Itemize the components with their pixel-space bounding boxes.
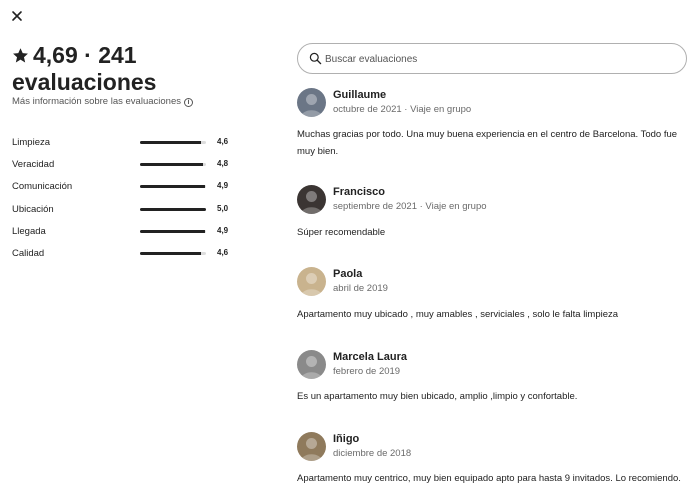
rating-bar [140, 229, 206, 233]
avatar[interactable] [297, 88, 326, 117]
avatar[interactable] [297, 267, 326, 296]
search-icon [309, 52, 322, 65]
rating-value: 4,9 [217, 225, 229, 235]
search-box[interactable] [297, 43, 687, 74]
rating-label: Ubicación [12, 203, 54, 215]
rating-row: Calidad 4,6 [12, 243, 237, 265]
reviewer-name: Guillaume [333, 89, 387, 101]
rating-bar-fill [140, 251, 201, 255]
rating-row: Veracidad 4,8 [12, 154, 237, 176]
rating-bar [140, 141, 206, 144]
rating-row: Llegada 4,9 [12, 221, 237, 243]
review-text: Es un apartamento muy bien ubicado, ampl… [297, 391, 578, 402]
reviewer-name: Paola [333, 268, 363, 280]
rating-label: Calidad [12, 247, 45, 259]
rating-summary-text: 4,69 · 241 evaluaciones [12, 42, 157, 95]
more-info-label: Más información sobre las evaluaciones [12, 96, 181, 107]
rating-bar [140, 185, 206, 189]
rating-label: Limpieza [12, 137, 51, 148]
rating-label: Llegada [12, 225, 46, 237]
review-date: diciembre de 2018 [333, 448, 412, 459]
star-icon [12, 43, 29, 69]
rating-value: 4,8 [217, 159, 229, 169]
rating-summary-title: 4,69 · 241 evaluaciones [12, 42, 282, 95]
rating-label: Comunicación [12, 181, 73, 193]
rating-label: Veracidad [12, 159, 55, 171]
close-button[interactable] [8, 7, 26, 25]
rating-bar [140, 207, 206, 211]
rating-bar [140, 251, 206, 255]
reviewer-name: Marcela Laura [333, 351, 407, 363]
review-date: octubre de 2021 · Viaje en grupo [333, 104, 472, 115]
category-ratings: Limpieza 4,6 Veracidad 4,8 Comunicación 4,9 Ub… [12, 132, 237, 265]
avatar[interactable] [297, 185, 326, 214]
rating-value: 4,6 [217, 137, 229, 146]
rating-bar-fill [140, 141, 201, 144]
rating-row: Ubicación 5,0 [12, 199, 237, 221]
review-text: Súper recomendable [297, 227, 386, 238]
rating-row: Limpieza 4,6 [12, 132, 237, 154]
reviewer-name: Francisco [333, 186, 385, 198]
rating-bar-fill [140, 185, 205, 189]
reviewer-name: Iñigo [333, 433, 360, 445]
rating-bar-fill [140, 163, 204, 167]
search-input[interactable] [325, 50, 675, 68]
rating-bar [140, 163, 206, 167]
avatar[interactable] [297, 350, 326, 379]
review-date: abril de 2019 [333, 283, 388, 294]
review-date: febrero de 2019 [333, 366, 401, 377]
review-text: Muchas gracias por todo. Una muy buena e… [297, 129, 678, 157]
info-icon: i [183, 98, 193, 107]
rating-bar-fill [140, 229, 205, 233]
rating-value: 4,6 [217, 247, 229, 257]
rating-value: 4,9 [217, 181, 229, 191]
rating-value: 5,0 [217, 203, 229, 213]
review-text: Apartamento muy ubicado , muy amables , … [297, 309, 619, 320]
review-date: septiembre de 2021 · Viaje en grupo [333, 201, 487, 212]
close-icon [12, 11, 22, 21]
rating-bar-fill [140, 207, 206, 211]
more-info-link[interactable]: Más información sobre las evaluaciones i [12, 96, 193, 107]
rating-row: Comunicación 4,9 [12, 176, 237, 198]
avatar[interactable] [297, 432, 326, 461]
review-text: Apartamento muy centrico, muy bien equip… [297, 473, 681, 484]
